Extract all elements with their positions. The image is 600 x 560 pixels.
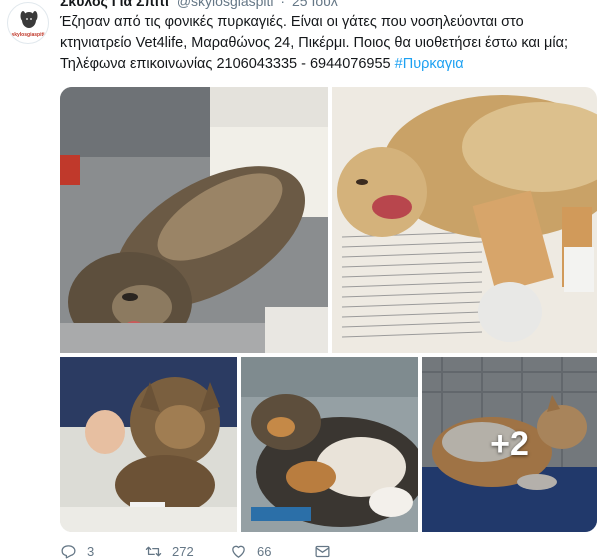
reply-icon — [61, 545, 76, 559]
photo-cat-3[interactable] — [60, 357, 237, 532]
tweet-actions: 3 272 66 — [60, 543, 580, 559]
avatar[interactable]: skylosgiaspiti — [7, 2, 49, 44]
avatar-logo-text: skylosgiaspiti — [11, 32, 45, 38]
more-photos-count[interactable]: +2 — [422, 357, 597, 532]
photo-cat-5[interactable]: +2 — [422, 357, 597, 532]
like-icon — [232, 545, 245, 558]
photo-cat-1[interactable] — [60, 87, 328, 353]
reply-button[interactable]: 3 — [60, 543, 94, 560]
like-button[interactable]: 66 — [230, 543, 271, 560]
tweet-text: Έζησαν από τις φονικές πυρκαγιές. Είναι … — [60, 12, 590, 75]
retweet-icon — [145, 546, 162, 557]
tweet-body: Έζησαν από τις φονικές πυρκαγιές. Είναι … — [60, 14, 569, 72]
like-count: 66 — [257, 544, 272, 559]
retweet-button[interactable]: 272 — [145, 543, 194, 560]
retweet-count: 272 — [172, 544, 194, 559]
message-icon — [315, 545, 330, 558]
tweet-header: Σκύλος Για Σπίτι @skylosgiaspiti · 25 Ιο… — [60, 0, 338, 8]
author-handle[interactable]: @skylosgiaspiti — [177, 0, 274, 9]
hashtag-link[interactable]: #Πυρκαγια — [395, 56, 464, 72]
photo-cat-2[interactable] — [332, 87, 597, 353]
tweet-timestamp[interactable]: 25 Ιουλ — [292, 0, 338, 9]
direct-message-button[interactable] — [314, 543, 331, 560]
photo-cat-4[interactable] — [241, 357, 418, 532]
tweet: skylosgiaspiti Σκύλος Για Σπίτι @skylosg… — [0, 0, 600, 559]
media-grid: +2 — [60, 87, 597, 532]
author-name[interactable]: Σκύλος Για Σπίτι — [60, 0, 169, 9]
reply-count: 3 — [87, 544, 95, 559]
header-separator: · — [280, 0, 286, 9]
